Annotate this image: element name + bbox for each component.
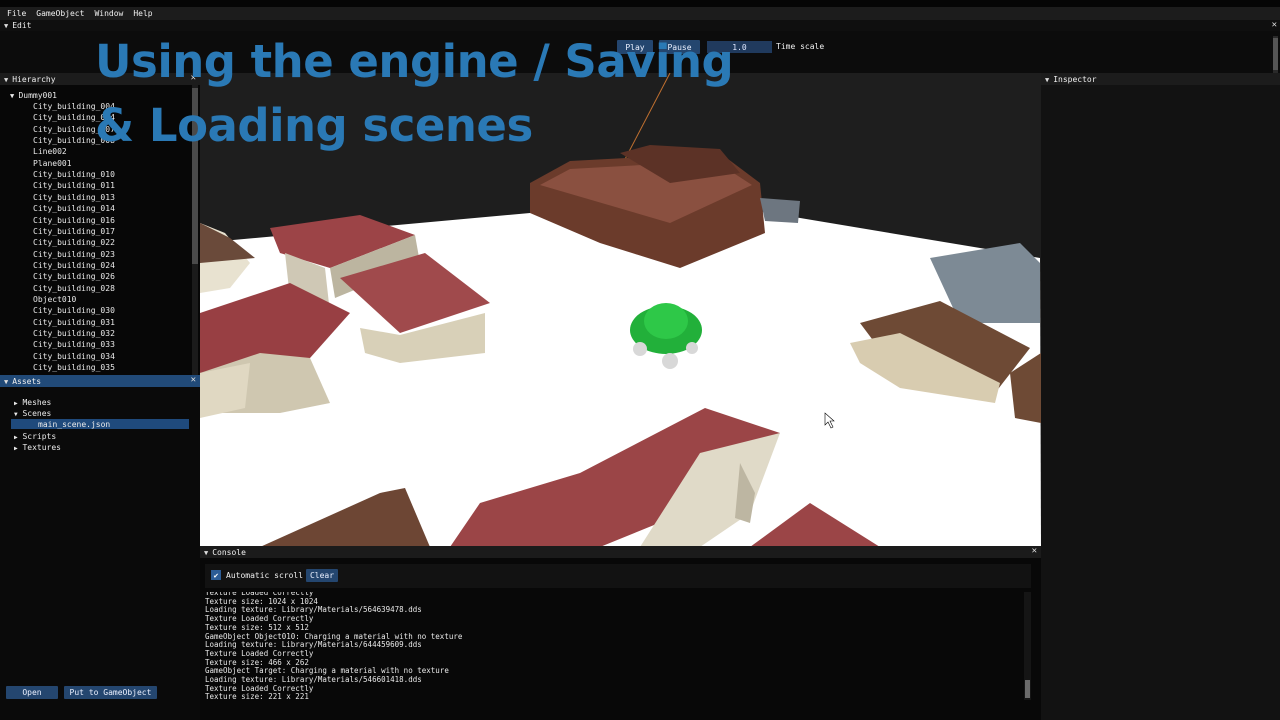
folder-meshes[interactable]: ▶ Meshes bbox=[14, 397, 51, 408]
console-scrollbar-thumb[interactable] bbox=[1025, 680, 1030, 698]
hierarchy-item[interactable]: Plane001 bbox=[33, 158, 72, 169]
hierarchy-item[interactable]: City_building_032 bbox=[33, 328, 115, 339]
hierarchy-item[interactable]: City_building_023 bbox=[33, 249, 115, 260]
collapse-triangle-icon[interactable]: ▼ bbox=[4, 76, 8, 84]
hierarchy-item[interactable]: City_building_011 bbox=[33, 180, 115, 191]
hierarchy-item[interactable]: City_building_010 bbox=[33, 169, 115, 180]
collapse-triangle-icon[interactable]: ▼ bbox=[1045, 76, 1049, 84]
hierarchy-item[interactable]: City_building_030 bbox=[33, 305, 115, 316]
console-line: Texture size: 466 x 262 bbox=[205, 657, 309, 667]
menu-file[interactable]: File bbox=[0, 9, 31, 18]
collapse-triangle-icon[interactable]: ▼ bbox=[4, 378, 8, 386]
folder-scripts[interactable]: ▶ Scripts bbox=[14, 431, 56, 442]
automatic-scroll-label: Automatic scroll bbox=[226, 571, 304, 580]
hierarchy-item[interactable]: City_building_024 bbox=[33, 260, 115, 271]
console-line: Texture Loaded Correctly bbox=[205, 614, 314, 624]
close-icon[interactable]: ✕ bbox=[1032, 546, 1037, 557]
menu-window[interactable]: Window bbox=[89, 9, 128, 18]
hierarchy-item[interactable]: City_building_026 bbox=[33, 271, 115, 282]
hierarchy-item[interactable]: City_building_016 bbox=[33, 215, 115, 226]
hierarchy-item[interactable]: City_building_033 bbox=[33, 339, 115, 350]
console-log: Texture Loaded Correctly Texture size: 10… bbox=[205, 592, 1021, 704]
menu-gameobject[interactable]: GameObject bbox=[31, 9, 89, 18]
hierarchy-item[interactable]: Line002 bbox=[33, 146, 67, 157]
collapse-triangle-icon[interactable]: ▼ bbox=[204, 549, 208, 557]
hierarchy-item[interactable]: City_building_013 bbox=[33, 192, 115, 203]
console-line: GameObject Object010: Charging a materia… bbox=[205, 631, 463, 641]
hierarchy-item[interactable]: Object010 bbox=[33, 294, 76, 305]
console-line: Loading texture: Library/Materials/64445… bbox=[205, 640, 422, 650]
folder-scenes[interactable]: ▼ Scenes bbox=[14, 408, 51, 419]
hierarchy-item[interactable]: City_building_031 bbox=[33, 317, 115, 328]
edit-scrollbar-thumb[interactable] bbox=[1273, 38, 1278, 70]
hierarchy-item[interactable]: City_building_014 bbox=[33, 203, 115, 214]
menu-help[interactable]: Help bbox=[128, 9, 157, 18]
console-title: Console bbox=[212, 548, 246, 557]
overlay-title-line2: & Loading scenes bbox=[95, 99, 533, 152]
overlay-title-line1: Using the engine / Saving bbox=[95, 35, 734, 88]
inspector-title: Inspector bbox=[1053, 75, 1097, 84]
hierarchy-root[interactable]: ▼ Dummy001 bbox=[10, 90, 57, 101]
open-button[interactable]: Open bbox=[6, 686, 58, 699]
assets-title: Assets bbox=[12, 377, 42, 386]
expanded-triangle-icon: ▼ bbox=[14, 411, 18, 418]
console-line: GameObject Target: Charging a material w… bbox=[205, 666, 449, 676]
close-icon[interactable]: ✕ bbox=[1272, 20, 1277, 31]
window-frame bbox=[0, 0, 1280, 7]
hierarchy-title: Hierarchy bbox=[12, 75, 56, 84]
video-overlay-title: Using the engine / Saving & Loading scen… bbox=[95, 30, 795, 158]
hierarchy-item[interactable]: City_building_035 bbox=[33, 362, 115, 373]
collapsed-triangle-icon: ▶ bbox=[14, 400, 18, 407]
collapsed-triangle-icon: ▶ bbox=[14, 445, 18, 452]
hierarchy-item[interactable]: City_building_022 bbox=[33, 237, 115, 248]
automatic-scroll-checkbox[interactable]: ✔ bbox=[211, 570, 221, 580]
collapse-triangle-icon[interactable]: ▼ bbox=[4, 22, 8, 30]
hierarchy-item[interactable]: City_building_017 bbox=[33, 226, 115, 237]
collapsed-triangle-icon: ▶ bbox=[14, 434, 18, 441]
assets-header[interactable]: ▼ Assets ✕ bbox=[0, 375, 200, 387]
console-line: Loading texture: Library/Materials/56463… bbox=[205, 605, 422, 615]
console-line: Texture size: 512 x 512 bbox=[205, 622, 309, 632]
hierarchy-item[interactable]: City_building_028 bbox=[33, 283, 115, 294]
file-main-scene[interactable]: main_scene.json bbox=[38, 419, 110, 430]
hierarchy-item[interactable]: City_building_034 bbox=[33, 351, 115, 362]
console-line: Texture size: 1024 x 1024 bbox=[205, 596, 318, 606]
folder-textures[interactable]: ▶ Textures bbox=[14, 442, 61, 453]
console-line: Loading texture: Library/Materials/54660… bbox=[205, 675, 422, 684]
inspector-header[interactable]: ▼ Inspector bbox=[1041, 73, 1280, 85]
clear-button[interactable]: Clear bbox=[306, 569, 338, 582]
console-line: Texture Loaded Correctly bbox=[205, 648, 314, 658]
checkmark-icon: ✔ bbox=[213, 570, 219, 580]
inspector-panel bbox=[1041, 85, 1280, 720]
edit-panel-title: Edit bbox=[12, 21, 32, 30]
close-icon[interactable]: ✕ bbox=[191, 375, 196, 386]
console-line: Texture Loaded Correctly bbox=[205, 683, 314, 693]
menu-bar: File GameObject Window Help bbox=[0, 7, 1280, 20]
put-to-gameobject-button[interactable]: Put to GameObject bbox=[64, 686, 157, 699]
console-line: Texture size: 221 x 221 bbox=[205, 692, 309, 702]
console-header[interactable]: ▼ Console ✕ bbox=[200, 546, 1041, 558]
